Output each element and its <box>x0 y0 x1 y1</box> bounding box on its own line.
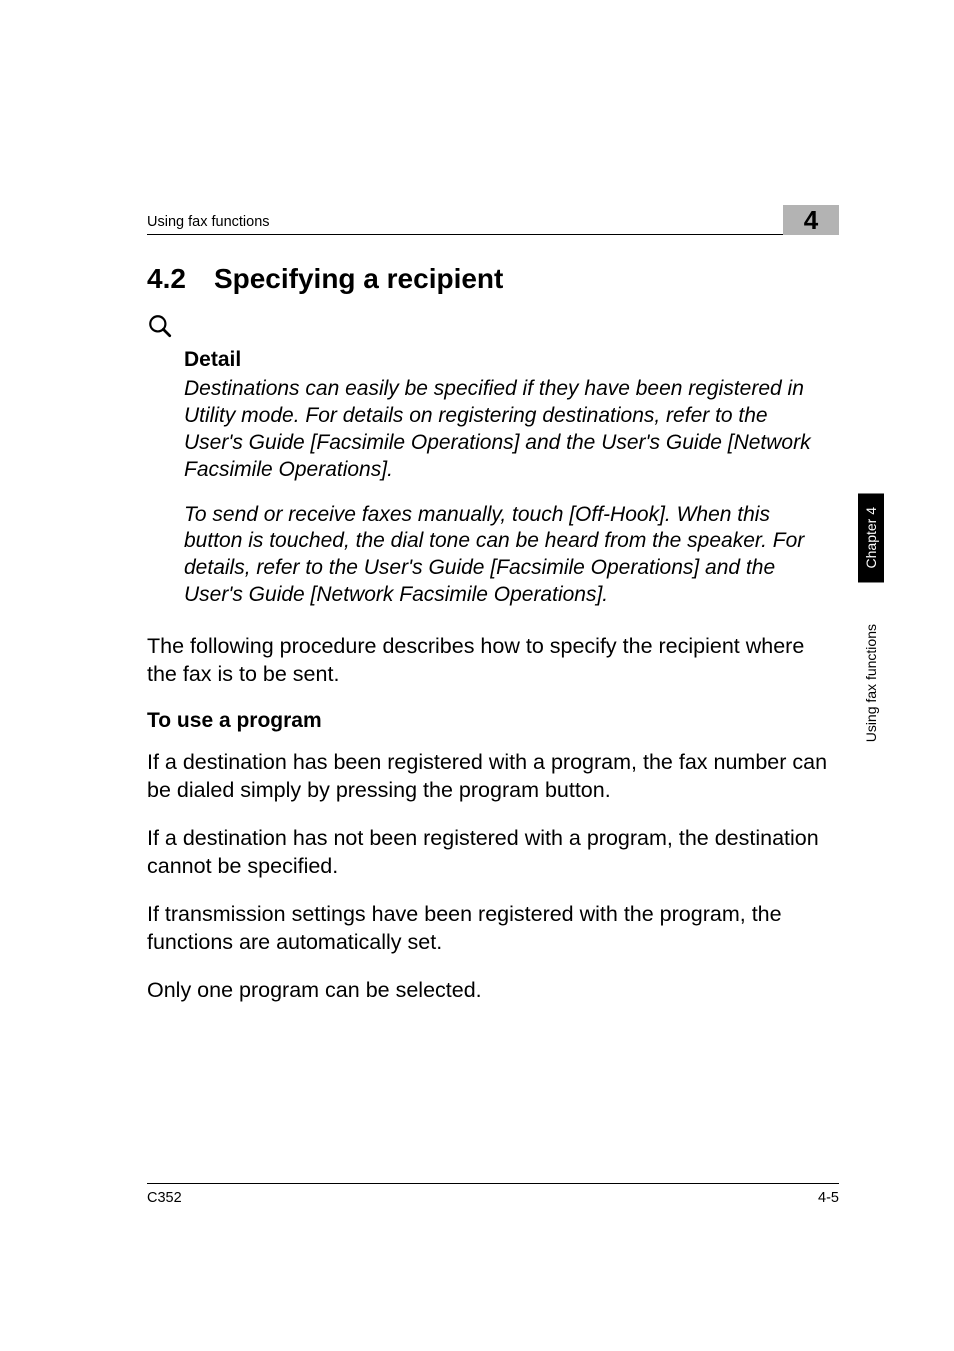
body-paragraph-2: If a destination has not been registered… <box>147 825 839 881</box>
body-paragraph-4: Only one program can be selected. <box>147 977 839 1005</box>
section-heading: 4.2 Specifying a recipient <box>147 263 839 295</box>
body-paragraph-3: If transmission settings have been regis… <box>147 901 839 957</box>
section-number: 4.2 <box>147 263 186 295</box>
detail-block: Detail Destinations can easily be specif… <box>184 313 831 609</box>
body-paragraph-1: If a destination has been registered wit… <box>147 749 839 805</box>
detail-paragraph-1: Destinations can easily be specified if … <box>184 376 831 484</box>
detail-label: Detail <box>184 348 831 372</box>
header-chapter-number: 4 <box>783 205 839 235</box>
intro-paragraph: The following procedure describes how to… <box>147 633 839 689</box>
subsection-heading: To use a program <box>147 709 839 733</box>
magnifier-icon <box>147 313 173 339</box>
header-section-label: Using fax functions <box>147 214 270 230</box>
page-header: Using fax functions 4 <box>147 200 839 235</box>
page-footer: C352 4-5 <box>147 1183 839 1206</box>
detail-paragraph-2: To send or receive faxes manually, touch… <box>184 502 831 610</box>
side-tab-chapter: Chapter 4 <box>858 493 884 582</box>
section-title: Specifying a recipient <box>214 263 503 294</box>
side-tab-section: Using fax functions <box>858 618 884 748</box>
footer-model: C352 <box>147 1190 182 1206</box>
footer-page-number: 4-5 <box>818 1190 839 1206</box>
